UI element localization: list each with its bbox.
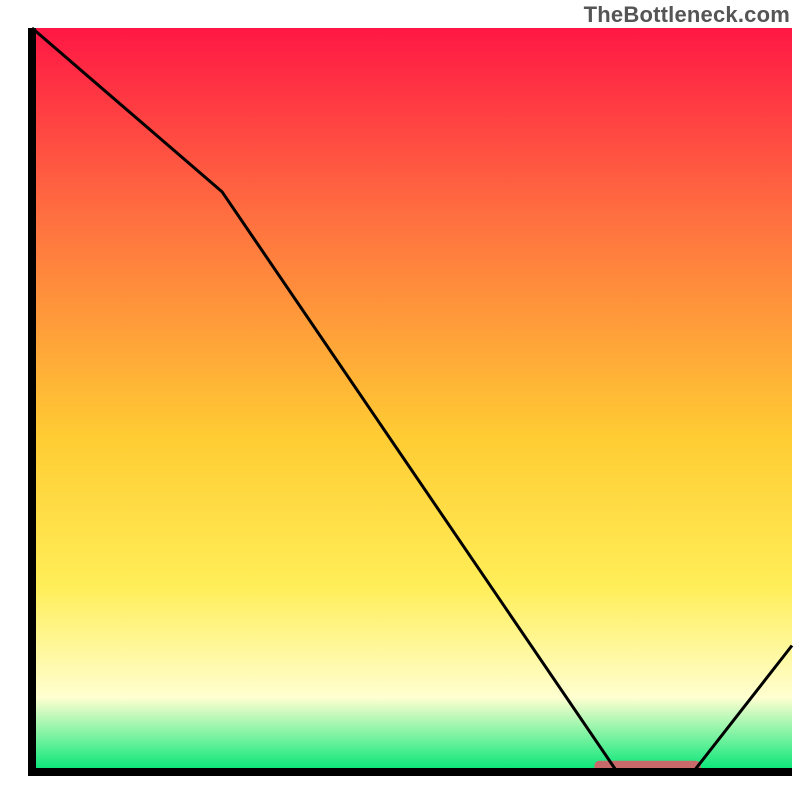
plot-background [32, 28, 792, 772]
chart-root: TheBottleneck.com [0, 0, 800, 800]
bottleneck-chart [0, 0, 800, 800]
